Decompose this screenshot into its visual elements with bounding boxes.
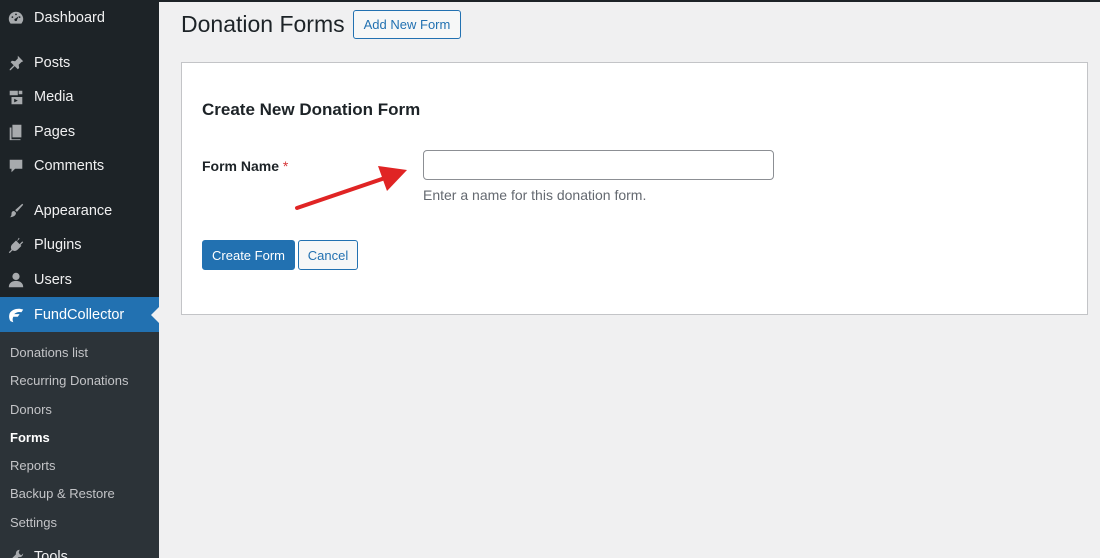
page-title: Donation Forms: [181, 11, 345, 37]
sidebar-item-fundcollector[interactable]: FundCollector: [0, 297, 159, 332]
submenu-item-backup-restore[interactable]: Backup & Restore: [10, 486, 115, 501]
sidebar-item-tools[interactable]: Tools: [0, 540, 159, 558]
sidebar-item-label: FundCollector: [34, 306, 125, 323]
sidebar-item-appearance[interactable]: Appearance: [0, 194, 159, 228]
media-icon: [6, 87, 26, 107]
sidebar-item-pages[interactable]: Pages: [0, 115, 159, 149]
pin-icon: [6, 53, 26, 73]
user-icon: [6, 270, 26, 290]
dashboard-icon: [6, 8, 26, 28]
submenu-item-forms[interactable]: Forms: [10, 430, 50, 445]
top-strip: [159, 0, 1100, 2]
sidebar-item-users[interactable]: Users: [0, 263, 159, 297]
cancel-button[interactable]: Cancel: [298, 240, 358, 270]
sidebar-item-label: Plugins: [34, 237, 82, 253]
sidebar-item-label: Dashboard: [34, 10, 105, 26]
sidebar-item-dashboard[interactable]: Dashboard: [0, 1, 159, 35]
fundcollector-icon: [6, 305, 26, 325]
brush-icon: [6, 201, 26, 221]
submenu-item-recurring-donations[interactable]: Recurring Donations: [10, 373, 129, 388]
sidebar-item-label: Users: [34, 272, 72, 288]
annotation-arrow: [295, 166, 407, 210]
current-menu-indicator: [151, 306, 159, 323]
submenu-item-reports[interactable]: Reports: [10, 458, 56, 473]
sidebar-item-label: Pages: [34, 124, 76, 140]
sidebar-item-media[interactable]: Media: [0, 80, 159, 114]
sidebar-item-label: Appearance: [34, 203, 113, 219]
submenu-item-donations-list[interactable]: Donations list: [10, 345, 88, 360]
admin-sidebar: Dashboard Posts Media Pages Comments App…: [0, 0, 159, 558]
wrench-icon: [6, 547, 26, 558]
sidebar-item-label: Posts: [34, 55, 71, 71]
add-new-form-button[interactable]: Add New Form: [353, 10, 461, 39]
comment-icon: [6, 156, 26, 176]
required-marker: *: [282, 158, 289, 174]
fundcollector-submenu: Donations list Recurring Donations Donor…: [0, 332, 159, 558]
sidebar-item-comments[interactable]: Comments: [0, 149, 159, 183]
plug-icon: [6, 235, 26, 255]
sidebar-item-label: Tools: [34, 549, 68, 558]
form-name-help-text: Enter a name for this donation form.: [423, 187, 647, 203]
pages-icon: [6, 122, 26, 142]
card-title: Create New Donation Form: [202, 100, 421, 119]
sidebar-item-posts[interactable]: Posts: [0, 46, 159, 80]
form-name-label-text: Form Name: [202, 158, 280, 174]
sidebar-item-label: Media: [34, 89, 74, 105]
create-form-button[interactable]: Create Form: [202, 240, 295, 270]
form-name-input[interactable]: [423, 150, 774, 180]
submenu-item-settings[interactable]: Settings: [10, 515, 57, 530]
submenu-item-donors[interactable]: Donors: [10, 402, 52, 417]
sidebar-item-plugins[interactable]: Plugins: [0, 228, 159, 262]
sidebar-item-label: Comments: [34, 158, 105, 174]
form-name-label: Form Name *: [202, 158, 288, 174]
